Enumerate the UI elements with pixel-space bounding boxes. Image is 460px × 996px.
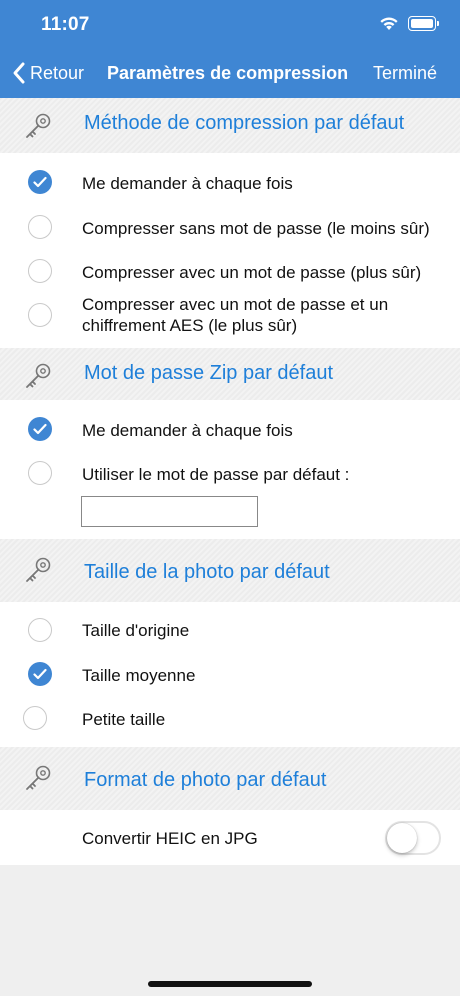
- radio-unchecked[interactable]: [28, 259, 52, 283]
- photo-format-group: Convertir HEIC en JPG: [0, 810, 460, 865]
- wifi-icon: [380, 17, 398, 30]
- option-label: Compresser avec un mot de passe et un ch…: [82, 295, 389, 335]
- section-title: Mot de passe Zip par défaut: [84, 362, 334, 384]
- status-time: 11:07: [41, 14, 90, 35]
- navigation-bar: 11:07 Retour Paramètres de compression T…: [0, 0, 460, 98]
- toggle-knob[interactable]: [387, 823, 417, 853]
- option-use-default-password[interactable]: Utiliser le mot de passe par défaut :: [0, 456, 460, 496]
- battery-icon: [408, 15, 439, 31]
- zip-password-group: Me demander à chaque fois Utiliser le mo…: [0, 400, 460, 539]
- checkmark-icon: [33, 423, 47, 435]
- option-label: Taille d'origine: [82, 621, 190, 640]
- section-header-photo-format: Format de photo par défaut: [0, 747, 460, 810]
- radio-checked[interactable]: [28, 662, 52, 686]
- option-label: Compresser avec un mot de passe (plus sû…: [82, 263, 422, 282]
- option-label: Me demander à chaque fois: [82, 174, 293, 193]
- key-icon: [26, 113, 51, 138]
- option-ask-each-time[interactable]: Me demander à chaque fois: [0, 400, 460, 456]
- key-icon: [26, 765, 51, 790]
- radio-unchecked[interactable]: [28, 618, 52, 642]
- option-small-size[interactable]: Petite taille: [0, 698, 460, 747]
- done-button[interactable]: Terminé: [373, 63, 437, 84]
- section-header-photo-size: Taille de la photo par défaut: [0, 539, 460, 602]
- option-with-password[interactable]: Compresser avec un mot de passe (plus sû…: [0, 255, 460, 299]
- option-label: Taille moyenne: [82, 666, 196, 685]
- option-label: Petite taille: [82, 710, 166, 729]
- compression-method-group: Me demander à chaque fois Compresser san…: [0, 153, 460, 348]
- page-title: Paramètres de compression: [107, 63, 349, 83]
- home-indicator: [148, 981, 312, 987]
- radio-unchecked[interactable]: [23, 706, 47, 730]
- option-label: Me demander à chaque fois: [82, 421, 293, 440]
- option-label: Compresser sans mot de passe (le moins s…: [82, 219, 430, 238]
- option-no-password[interactable]: Compresser sans mot de passe (le moins s…: [0, 211, 460, 255]
- convert-heic-label: Convertir HEIC en JPG: [82, 829, 258, 848]
- checkmark-icon: [33, 668, 47, 680]
- option-medium-size[interactable]: Taille moyenne: [0, 654, 460, 698]
- section-title: Taille de la photo par défaut: [84, 561, 330, 583]
- chevron-left-icon: [13, 62, 25, 84]
- back-button[interactable]: Retour: [12, 61, 84, 85]
- key-icon: [26, 557, 51, 582]
- option-ask-each-time[interactable]: Me demander à chaque fois: [0, 153, 460, 211]
- key-icon: [26, 363, 51, 388]
- radio-checked[interactable]: [28, 170, 52, 194]
- section-header-zip-password: Mot de passe Zip par défaut: [0, 348, 460, 403]
- back-button-label: Retour: [30, 62, 85, 83]
- section-title: Format de photo par défaut: [84, 769, 327, 791]
- option-password-aes[interactable]: Compresser avec un mot de passe et un ch…: [0, 295, 460, 348]
- radio-checked[interactable]: [28, 417, 52, 441]
- default-password-input[interactable]: [81, 496, 258, 527]
- convert-heic-toggle[interactable]: [385, 821, 441, 855]
- radio-unchecked[interactable]: [28, 303, 52, 327]
- option-original-size[interactable]: Taille d'origine: [0, 602, 460, 654]
- radio-unchecked[interactable]: [28, 461, 52, 485]
- section-header-compression-method: Méthode de compression par défaut: [0, 98, 460, 153]
- status-icons: [378, 15, 439, 31]
- option-label: Utiliser le mot de passe par défaut :: [82, 465, 350, 484]
- radio-unchecked[interactable]: [28, 215, 52, 239]
- section-title: Méthode de compression par défaut: [84, 112, 405, 134]
- photo-size-group: Taille d'origine Taille moyenne Petite t…: [0, 602, 460, 747]
- checkmark-icon: [33, 176, 47, 188]
